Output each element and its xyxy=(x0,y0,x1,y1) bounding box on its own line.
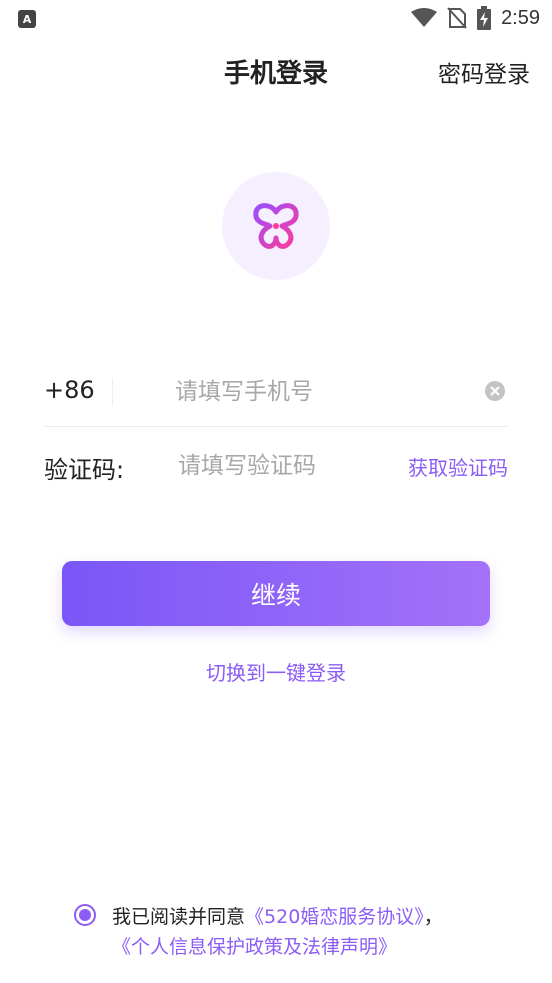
agreement-prefix: 我已阅读并同意 xyxy=(112,906,246,928)
clear-icon[interactable] xyxy=(484,380,506,402)
divider xyxy=(112,378,113,406)
switch-one-click-login-link[interactable]: 切换到一键登录 xyxy=(0,657,552,686)
status-icons: 2:59 xyxy=(411,6,540,30)
service-agreement-link[interactable]: 《520婚恋服务协议》 xyxy=(245,906,424,928)
code-label: 验证码: xyxy=(44,456,125,484)
phone-input[interactable] xyxy=(175,374,475,410)
code-row: 验证码: 获取验证码 xyxy=(44,436,508,496)
status-bar: A 2:59 xyxy=(0,0,552,38)
agreement-line-2: 《个人信息保护政策及法律声明》 xyxy=(112,932,397,959)
privacy-policy-link[interactable]: 《个人信息保护政策及法律声明》 xyxy=(112,936,397,958)
app-logo xyxy=(222,172,330,280)
get-code-button[interactable]: 获取验证码 xyxy=(408,452,508,481)
country-code-selector[interactable]: +86 xyxy=(44,376,95,404)
continue-button[interactable]: 继续 xyxy=(62,561,490,626)
battery-charging-icon xyxy=(477,6,492,30)
wifi-icon xyxy=(411,8,438,27)
password-login-button[interactable]: 密码登录 xyxy=(438,55,530,89)
agree-radio[interactable] xyxy=(74,904,96,926)
agreement-comma: ， xyxy=(423,906,443,928)
header: 手机登录 密码登录 xyxy=(0,45,552,95)
code-input[interactable] xyxy=(178,448,378,484)
status-time: 2:59 xyxy=(501,6,540,29)
agreement-line-1: 我已阅读并同意《520婚恋服务协议》， xyxy=(112,902,443,929)
heart-logo-icon xyxy=(253,203,299,249)
app-notification-icon: A xyxy=(18,10,36,28)
no-sim-icon xyxy=(447,7,467,29)
phone-row: +86 xyxy=(44,360,508,427)
